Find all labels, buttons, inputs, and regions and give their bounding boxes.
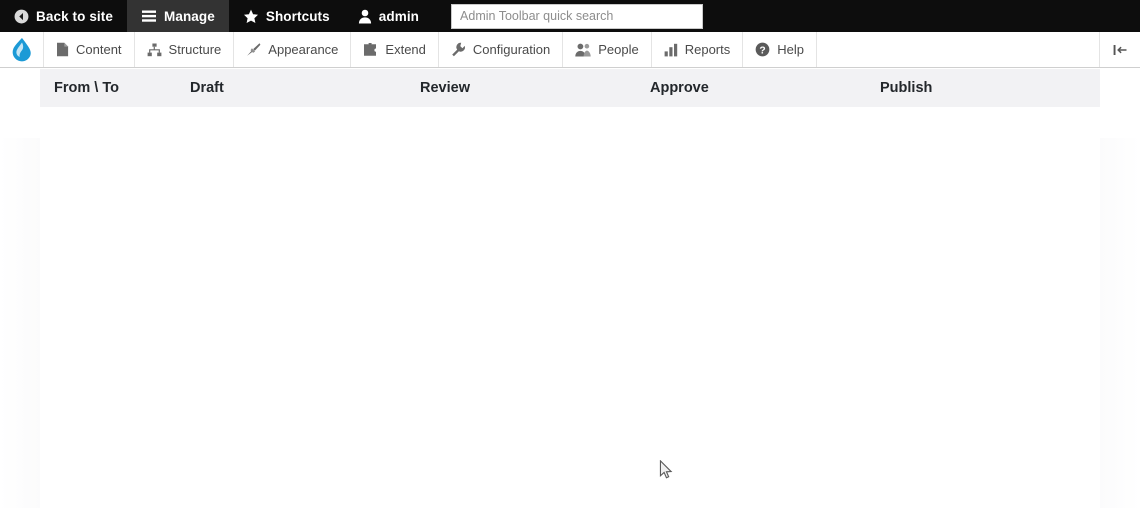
admin-toolbar-shortcuts-label: Shortcuts [265,8,330,24]
menu-item-appearance[interactable]: Appearance [234,32,352,67]
wrench-icon [451,42,466,57]
page-right-gutter [1100,138,1140,508]
user-icon [358,9,372,24]
admin-menu-bar: Content Structure Appearance Extend Conf… [0,32,1140,68]
column-header-draft: Draft [190,80,224,96]
menu-item-content-label: Content [76,42,122,57]
column-header-from-to: From \ To [54,80,119,96]
admin-toolbar-shortcuts[interactable]: Shortcuts [229,0,344,32]
bar-chart-icon [664,43,678,57]
menu-item-extend[interactable]: Extend [351,32,439,67]
menu-item-configuration[interactable]: Configuration [439,32,564,67]
svg-text:?: ? [760,45,766,56]
menu-item-structure-label: Structure [168,42,222,57]
admin-toolbar-quick-search-input[interactable] [451,3,704,29]
quick-search-container [433,0,704,32]
people-icon [575,43,591,57]
back-chevron-icon [14,9,29,24]
question-mark-icon: ? [755,42,770,57]
transition-permissions-table: From \ To Draft Review Approve Publish [40,69,1100,107]
menu-item-structure[interactable]: Structure [135,32,235,67]
admin-toolbar-user-label: admin [378,8,420,24]
admin-toolbar-manage-label: Manage [163,8,215,24]
drupal-drop-logo [12,37,31,61]
menu-item-help-label: Help [777,42,804,57]
page-content: From \ To Draft Review Approve Publish [0,69,1140,508]
menu-bar-spacer [817,32,1100,67]
menu-item-people[interactable]: People [563,32,652,67]
toolbar-collapse-button[interactable] [1100,32,1140,67]
app-root: Back to site Manage Shortcuts admin Admi… [0,0,1140,508]
admin-toolbar-back-to-site-label: Back to site [36,8,113,24]
menu-item-reports[interactable]: Reports [652,32,744,67]
admin-toolbar: Back to site Manage Shortcuts admin Admi… [0,0,1140,32]
hamburger-icon [141,9,157,23]
drupal-logo[interactable] [0,32,44,67]
menu-item-help[interactable]: ? Help [743,32,817,67]
menu-item-appearance-label: Appearance [268,42,339,57]
column-header-publish: Publish [880,80,933,96]
admin-toolbar-manage[interactable]: Manage [126,0,229,32]
menu-item-reports-label: Reports [684,42,731,57]
sitemap-icon [147,43,162,57]
table-header-row: From \ To Draft Review Approve Publish [40,69,1100,107]
collapse-left-icon [1113,44,1127,55]
menu-item-extend-label: Extend [385,42,426,57]
page-left-gutter [0,138,40,508]
puzzle-piece-icon [363,42,378,57]
admin-toolbar-user-account[interactable]: admin [344,0,433,32]
column-header-review: Review [420,80,470,96]
menu-item-people-label: People [598,42,639,57]
mouse-cursor [659,460,673,479]
star-icon [243,9,259,24]
menu-item-content[interactable]: Content [44,32,135,67]
menu-item-configuration-label: Configuration [472,42,551,57]
column-header-approve: Approve [650,80,709,96]
document-icon [56,42,69,57]
admin-toolbar-back-to-site[interactable]: Back to site [0,0,127,32]
paintbrush-icon [246,42,261,57]
